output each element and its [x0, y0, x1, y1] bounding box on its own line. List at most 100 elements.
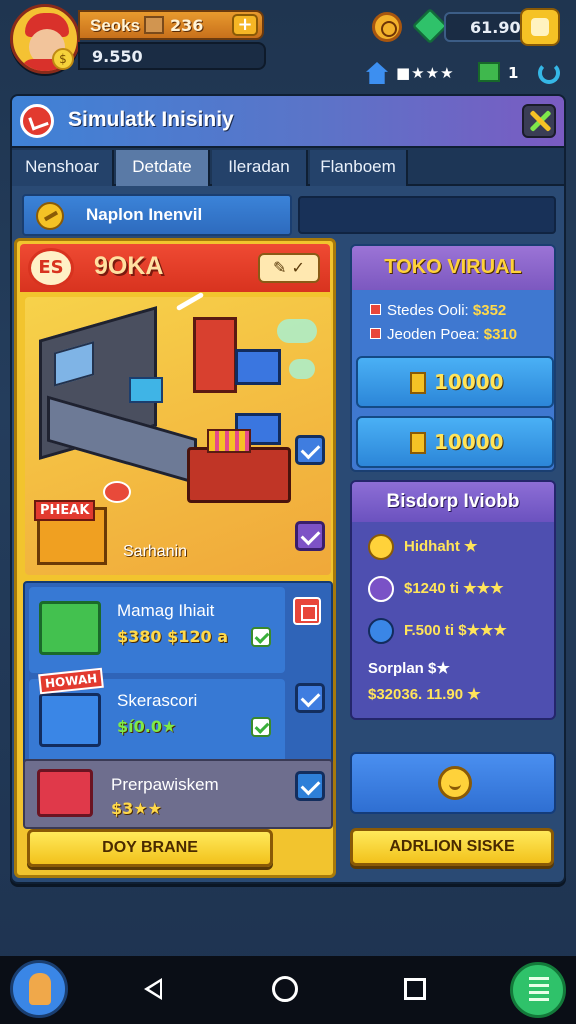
box-icon: [37, 769, 93, 817]
basket-illustration: [235, 349, 281, 385]
item-price: $3★★: [111, 799, 162, 818]
buy-gems-button[interactable]: [520, 8, 560, 46]
stat-row: ■★★★ 1: [366, 60, 566, 88]
player-name-bar: Seoks 236 +: [78, 10, 264, 40]
achievement-text: $1240 ti ★★★: [404, 580, 504, 597]
achievement-footer-value: $32036. 11.90 ★: [368, 686, 481, 703]
list-item[interactable]: HOWAH Skerascori $í0.0★: [29, 667, 285, 765]
counter-illustration: [187, 447, 291, 503]
tab-bar: Nenshoar Detdate Ileradan Flanboem: [12, 146, 564, 186]
store-name: 9OKA: [94, 252, 164, 280]
achievements-title: Bisdorp Iviobb: [386, 491, 520, 512]
search-field[interactable]: [298, 196, 556, 234]
money-value: 9.550: [92, 47, 143, 66]
reward-button[interactable]: [350, 752, 556, 814]
edit-store-button[interactable]: ✎ ✓: [258, 253, 320, 283]
check-icon[interactable]: [251, 717, 271, 737]
wrench-icon[interactable]: [175, 291, 205, 312]
store-scene: PHEAK Sarhanin: [25, 291, 331, 575]
gem-icon: [411, 7, 449, 45]
close-button[interactable]: [522, 104, 556, 138]
add-level-button[interactable]: +: [232, 14, 258, 36]
shop-line-label: Stedes Ooli:: [387, 302, 469, 319]
achievement-row[interactable]: $1240 ti ★★★: [368, 574, 548, 604]
gem-value: 61.90: [470, 18, 521, 37]
recents-icon[interactable]: [404, 978, 426, 1000]
list-item[interactable]: Mamag Ihiait $380 $120 a: [29, 587, 285, 673]
virtual-shop-card: TOKO VIRUAL Stedes Ooli: $352 Jeoden Poe…: [350, 244, 556, 472]
scene-caption: Sarhanin: [123, 543, 188, 560]
premium-item[interactable]: Prerpawiskem $3★★: [23, 759, 333, 829]
achievement-row[interactable]: Hidhaht ★: [368, 532, 548, 562]
back-icon[interactable]: [144, 978, 162, 1000]
player-level: 236: [170, 16, 204, 35]
coin-icon: [36, 202, 64, 230]
sale-sign-label: PHEAK: [34, 500, 96, 521]
crate-icon: [144, 16, 164, 34]
sparkle-icon: [277, 319, 317, 343]
virtual-shop-title: TOKO VIRUAL: [384, 256, 522, 278]
action-button[interactable]: ADRLION SISKE: [350, 828, 554, 866]
select-checkbox[interactable]: [295, 683, 325, 713]
select-checkbox[interactable]: [295, 435, 325, 465]
sparkle-icon: [289, 359, 315, 379]
shop-line-value: $352: [472, 302, 507, 319]
shop-line-label: Jeoden Poea:: [387, 326, 480, 343]
achievement-text: F.500 ti $★★★: [404, 622, 507, 639]
basket-illustration: [129, 377, 163, 403]
achievement-text: Hidhaht ★: [404, 538, 478, 555]
sale-sign: PHEAK: [34, 500, 107, 565]
ticket-icon: [410, 432, 426, 454]
profile-avatar-icon[interactable]: [10, 960, 68, 1018]
goods-illustration: [207, 429, 251, 453]
home-circle-icon[interactable]: [272, 976, 298, 1002]
tab-3[interactable]: Flanboem: [310, 150, 408, 186]
alert-icon[interactable]: [103, 481, 131, 503]
store-badge: ES: [28, 248, 74, 288]
purchase-amount: 10000: [434, 430, 504, 454]
tab-1[interactable]: Detdate: [116, 150, 210, 186]
tab-0[interactable]: Nenshoar: [12, 150, 114, 186]
purchase-button[interactable]: 10000: [356, 356, 554, 408]
basket-icon: [39, 693, 101, 747]
menu-list-icon[interactable]: [510, 962, 566, 1018]
store-header: ES 9OKA ✎ ✓: [20, 244, 330, 292]
ticket-icon: [410, 372, 426, 394]
item-price: $í0.0★: [117, 717, 177, 736]
buy-store-button[interactable]: DOY BRANE: [27, 829, 273, 867]
refresh-icon[interactable]: [538, 62, 560, 84]
panel-title-bar: Simulatk Inisiniy: [12, 96, 564, 146]
inventory-header-label: Naplon Inenvil: [86, 205, 203, 224]
select-checkbox[interactable]: [295, 521, 325, 551]
gem-bar: 61.90: [444, 12, 526, 42]
shoe-icon: [368, 618, 394, 644]
shop-line: Jeoden Poea: $310: [370, 326, 517, 343]
smile-icon: [438, 766, 472, 800]
gift-count: 1: [508, 64, 519, 82]
virtual-shop-header: TOKO VIRUAL: [352, 246, 554, 290]
home-icon[interactable]: [366, 62, 388, 84]
purchase-button[interactable]: 10000: [356, 416, 554, 468]
check-icon[interactable]: [251, 627, 271, 647]
achievements-header: Bisdorp Iviobb: [352, 482, 554, 522]
list-menu-button[interactable]: [293, 597, 321, 625]
store-card: ES 9OKA ✎ ✓ PHEAK Sarhanin Mamag Ihiait …: [14, 238, 336, 878]
achievement-footer-label: Sorplan $★: [368, 660, 450, 677]
inventory-header[interactable]: Naplon Inenvil: [22, 194, 292, 236]
panel-title: Simulatk Inisiniy: [68, 108, 234, 131]
coin-badge-icon: $: [52, 48, 74, 70]
coin-shop-icon[interactable]: [372, 12, 402, 42]
item-name: Prerpawiskem: [111, 775, 219, 794]
item-price: $380 $120 a: [117, 627, 228, 646]
achievement-footer: $32036. 11.90 ★: [368, 680, 548, 710]
bullet-icon: [370, 304, 381, 315]
money-bar: 9.550: [78, 42, 266, 70]
tab-2[interactable]: Ileradan: [212, 150, 308, 186]
player-name: Seoks: [90, 16, 141, 35]
gift-box-icon[interactable]: [478, 62, 500, 82]
achievement-row[interactable]: F.500 ti $★★★: [368, 616, 548, 646]
shop-line: Stedes Ooli: $352: [370, 302, 506, 319]
top-hud: $ Seoks 236 + 9.550 61.90 ■★★★ 1: [0, 0, 576, 92]
knot-icon: [368, 576, 394, 602]
select-checkbox[interactable]: [295, 771, 325, 801]
